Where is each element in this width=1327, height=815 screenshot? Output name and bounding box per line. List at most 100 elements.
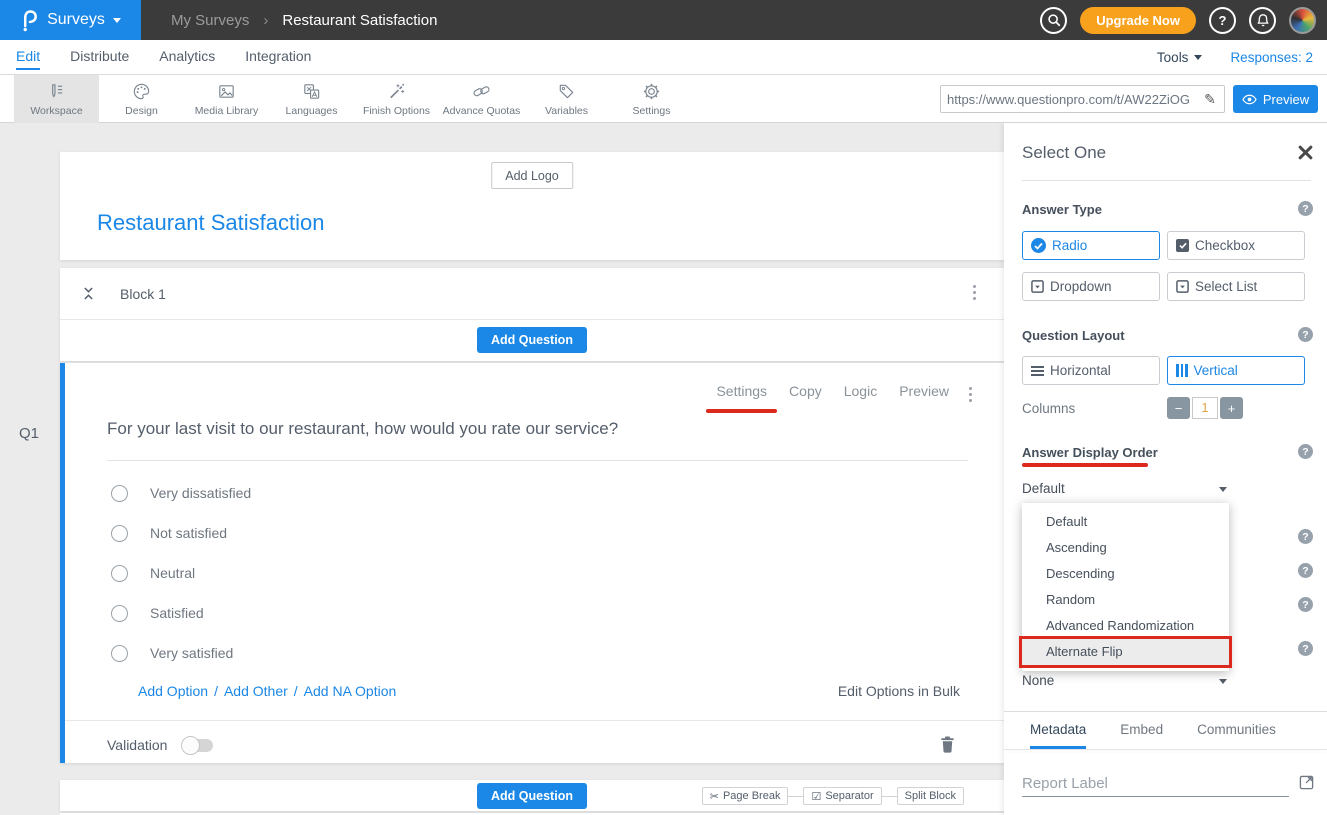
question-tabs: Settings Copy Logic Preview: [716, 383, 949, 399]
toolbar-workspace[interactable]: Workspace: [14, 75, 99, 123]
checked-box-icon: ☑: [811, 790, 821, 803]
radio-button[interactable]: [111, 525, 128, 542]
columns-minus-button[interactable]: −: [1167, 397, 1190, 419]
toolbar-settings[interactable]: Settings: [609, 75, 694, 123]
breadcrumb-my-surveys[interactable]: My Surveys: [171, 12, 249, 29]
help-icon[interactable]: ?: [1298, 201, 1313, 216]
layout-horizontal[interactable]: Horizontal: [1022, 356, 1160, 385]
help-icon[interactable]: ?: [1298, 327, 1313, 342]
option-row: Satisfied: [111, 593, 964, 633]
select-value: Default: [1022, 481, 1065, 496]
question-tab-logic[interactable]: Logic: [844, 383, 877, 399]
answer-type-select-list[interactable]: Select List: [1167, 272, 1305, 301]
gear-icon: [641, 81, 662, 102]
toolbar-languages[interactable]: Languages: [269, 75, 354, 123]
help-icon[interactable]: ?: [1298, 597, 1313, 612]
question-text[interactable]: For your last visit to our restaurant, h…: [107, 419, 618, 439]
menu-item-ascending[interactable]: Ascending: [1022, 535, 1229, 561]
tab-distribute[interactable]: Distribute: [70, 48, 129, 66]
notifications-button[interactable]: [1249, 7, 1276, 34]
help-icon[interactable]: ?: [1298, 529, 1313, 544]
add-other-link[interactable]: Add Other: [224, 683, 288, 699]
help-icon[interactable]: ?: [1298, 563, 1313, 578]
question-menu-dots[interactable]: [966, 384, 975, 405]
question-tab-preview[interactable]: Preview: [899, 383, 949, 399]
none-select[interactable]: None: [1022, 673, 1229, 688]
question-tab-settings[interactable]: Settings: [716, 383, 767, 399]
columns-plus-button[interactable]: +: [1220, 397, 1243, 419]
upgrade-now-button[interactable]: Upgrade Now: [1080, 7, 1196, 34]
product-menu[interactable]: Surveys: [0, 0, 141, 40]
answer-type-dropdown[interactable]: Dropdown: [1022, 272, 1160, 301]
split-block-button[interactable]: Split Block: [897, 787, 964, 805]
option-label[interactable]: Very dissatisfied: [150, 485, 251, 501]
add-question-button-bottom[interactable]: Add Question: [477, 783, 587, 809]
menu-item-alternate-flip[interactable]: Alternate Flip: [1022, 639, 1229, 665]
answer-display-order-select[interactable]: Default: [1022, 481, 1229, 496]
answer-type-label-text: Select List: [1195, 279, 1257, 294]
option-label[interactable]: Neutral: [150, 565, 195, 581]
avatar[interactable]: [1289, 7, 1316, 34]
layout-vertical[interactable]: Vertical: [1167, 356, 1305, 385]
help-icon[interactable]: ?: [1298, 444, 1313, 459]
tab-edit[interactable]: Edit: [16, 48, 40, 66]
survey-title[interactable]: Restaurant Satisfaction: [97, 210, 324, 236]
radio-button[interactable]: [111, 565, 128, 582]
edit-options-in-bulk-link[interactable]: Edit Options in Bulk: [838, 683, 960, 699]
add-option-link[interactable]: Add Option: [138, 683, 208, 699]
add-question-button[interactable]: Add Question: [477, 327, 587, 353]
chevron-down-icon: [1194, 55, 1202, 60]
chevron-down-icon: [113, 18, 121, 23]
validation-toggle[interactable]: [183, 739, 213, 752]
menu-item-descending[interactable]: Descending: [1022, 561, 1229, 587]
expand-icon[interactable]: [1299, 775, 1314, 790]
question-tab-copy[interactable]: Copy: [789, 383, 822, 399]
help-icon[interactable]: ?: [1298, 641, 1313, 656]
menu-item-random[interactable]: Random: [1022, 587, 1229, 613]
menu-item-default[interactable]: Default: [1022, 509, 1229, 535]
responses-link[interactable]: Responses: 2: [1230, 50, 1313, 65]
report-label-input[interactable]: [1022, 771, 1289, 797]
block-menu-dots[interactable]: [970, 282, 979, 303]
page-break-button[interactable]: ✂Page Break: [702, 787, 789, 805]
toolbar-advance-quotas[interactable]: Advance Quotas: [439, 75, 524, 123]
block-title[interactable]: Block 1: [120, 286, 166, 302]
menu-item-advanced-randomization[interactable]: Advanced Randomization: [1022, 613, 1229, 639]
columns-value[interactable]: 1: [1192, 397, 1218, 419]
panel-tab-metadata[interactable]: Metadata: [1030, 722, 1086, 749]
palette-icon: [131, 81, 152, 102]
collapse-block-icon[interactable]: [83, 286, 94, 301]
scissors-icon: ✂: [710, 790, 719, 803]
close-icon[interactable]: [1298, 145, 1313, 160]
radio-button[interactable]: [111, 605, 128, 622]
option-label[interactable]: Satisfied: [150, 605, 204, 621]
search-button[interactable]: [1040, 7, 1067, 34]
survey-url-input[interactable]: [941, 92, 1196, 107]
tab-integration[interactable]: Integration: [245, 48, 311, 66]
tools-menu[interactable]: Tools: [1157, 50, 1203, 65]
answer-type-checkbox[interactable]: Checkbox: [1167, 231, 1305, 260]
option-label[interactable]: Not satisfied: [150, 525, 227, 541]
add-na-option-link[interactable]: Add NA Option: [304, 683, 397, 699]
tab-analytics[interactable]: Analytics: [159, 48, 215, 66]
toolbar-variables[interactable]: Variables: [524, 75, 609, 123]
toolbar-finish-options[interactable]: Finish Options: [354, 75, 439, 123]
question-number: Q1: [19, 425, 39, 442]
panel-tab-communities[interactable]: Communities: [1197, 722, 1276, 749]
radio-button[interactable]: [111, 485, 128, 502]
answer-type-radio[interactable]: Radio: [1022, 231, 1160, 260]
translate-icon: [301, 81, 322, 102]
toolbar-media-library[interactable]: Media Library: [184, 75, 269, 123]
delete-question-trash-icon[interactable]: [941, 736, 954, 753]
toolbar-design[interactable]: Design: [99, 75, 184, 123]
separator-button[interactable]: ☑Separator: [803, 787, 881, 805]
preview-button[interactable]: Preview: [1233, 85, 1318, 113]
validation-row: Validation: [107, 737, 213, 753]
help-button[interactable]: ?: [1209, 7, 1236, 34]
edit-url-pencil-icon[interactable]: ✎: [1196, 86, 1224, 112]
radio-button[interactable]: [111, 645, 128, 662]
product-name: Surveys: [47, 11, 105, 29]
option-label[interactable]: Very satisfied: [150, 645, 233, 661]
add-logo-button[interactable]: Add Logo: [491, 162, 573, 189]
panel-tab-embed[interactable]: Embed: [1120, 722, 1163, 749]
